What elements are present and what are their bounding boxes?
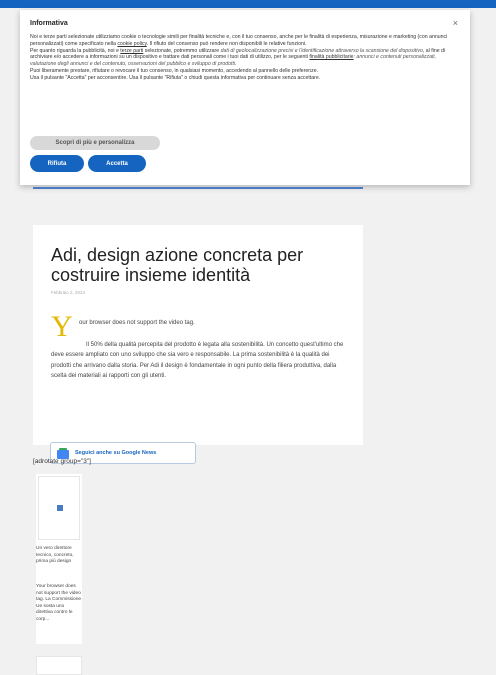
related-post-title[interactable]: Un vero direttore tecnico, concreto, pri…	[36, 546, 82, 566]
placeholder-image-icon	[57, 505, 63, 511]
customize-button[interactable]: Scopri di più e personalizza	[30, 136, 160, 150]
consent-text-4: Usa il pulsante "Accetta" per acconsenti…	[30, 74, 321, 81]
related-post-card[interactable]: Un vero direttore tecnico, concreto, pri…	[36, 474, 82, 644]
consent-text-2: Per quanto riguarda la pubblicità, noi e…	[30, 47, 446, 68]
article-card: Adi, design azione concreta per costruir…	[33, 225, 363, 445]
ad-purposes-link[interactable]: finalità pubblicitarie	[309, 54, 353, 60]
top-accent-bar	[0, 0, 496, 8]
related-post-excerpt: Your browser does not support the video …	[36, 584, 82, 622]
nav-divider	[33, 187, 363, 189]
consent-title: Informativa	[30, 20, 68, 27]
article-title: Adi, design azione concreta per costruir…	[51, 245, 304, 285]
accept-button[interactable]: Accetta	[88, 155, 146, 172]
article-date: Febbraio 2, 2024	[51, 290, 86, 295]
google-news-icon	[57, 447, 69, 459]
consent-text-3: Puoi liberamente prestare, rifiutare o r…	[30, 67, 319, 74]
drop-cap: Y	[51, 310, 73, 343]
third-parties-link[interactable]: terze parti	[120, 48, 143, 54]
cookie-consent-dialog: Informativa × Noi e terze parti selezion…	[20, 10, 470, 185]
google-news-label: Seguici anche su Google News	[75, 450, 157, 456]
related-post-thumbnail[interactable]	[38, 476, 80, 540]
related-post-card-2[interactable]	[36, 656, 82, 675]
article-lead: our browser does not support the video t…	[79, 320, 195, 326]
cookie-policy-link[interactable]: cookie policy	[117, 41, 146, 47]
close-icon[interactable]: ×	[453, 18, 458, 28]
consent-text-1: Noi e terze parti selezionate utilizziam…	[30, 34, 448, 47]
reject-button[interactable]: Rifiuta	[30, 155, 84, 172]
adrotate-shortcode: [adrotate group="3"]	[33, 458, 91, 465]
article-body: Il 50% della qualità percepita del prodo…	[51, 342, 344, 380]
